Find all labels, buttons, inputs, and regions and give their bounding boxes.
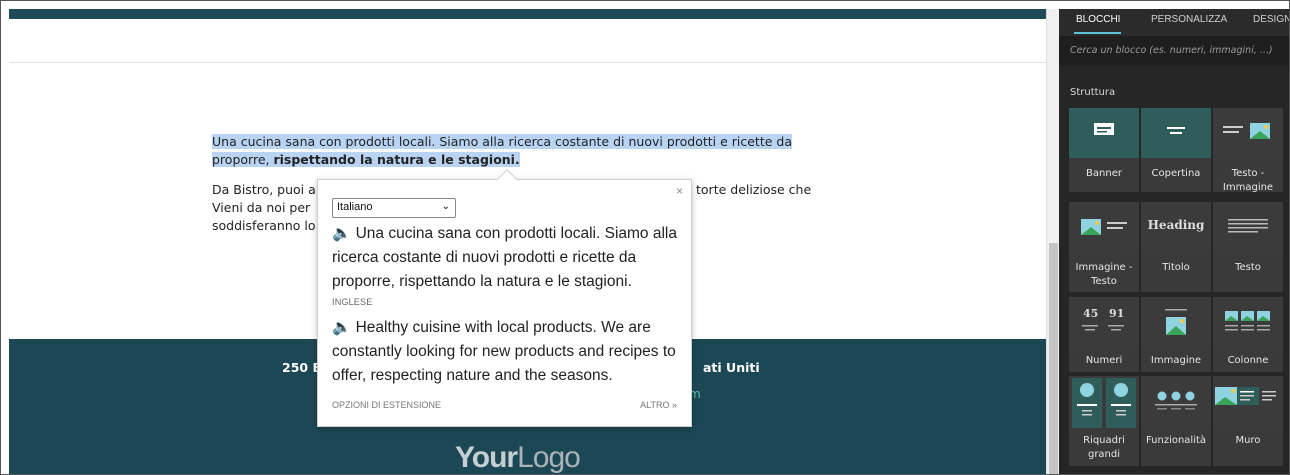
section-title: Struttura	[1070, 87, 1116, 98]
text-image-icon	[1213, 108, 1283, 158]
block-cover[interactable]: Copertina	[1141, 108, 1211, 192]
target-language-label: INGLESE	[332, 297, 373, 307]
numbers-icon: 45 91	[1069, 297, 1139, 347]
paragraph-2-line-1: Da Bistro, puoi a	[212, 182, 316, 197]
block-label: Riquadri grandi	[1083, 435, 1125, 460]
block-big-boxes[interactable]: Riquadri grandi	[1069, 376, 1139, 466]
block-label: Copertina	[1151, 168, 1201, 179]
block-label: Immagine - Testo	[1075, 262, 1133, 287]
tab-personalizza[interactable]: PERSONALIZZA	[1151, 14, 1227, 25]
panel-tabs: BLOCCHI PERSONALIZZA DESIGN	[1059, 9, 1289, 36]
cover-icon	[1141, 108, 1211, 158]
block-banner[interactable]: Banner	[1069, 108, 1139, 192]
block-label: Titolo	[1162, 262, 1190, 273]
translated-text[interactable]: 🔈 Healthy cuisine with local products. W…	[332, 316, 687, 388]
active-tab-indicator	[1074, 32, 1121, 34]
block-label: Immagine	[1150, 355, 1202, 366]
wall-icon	[1213, 376, 1283, 430]
chevron-down-icon: ⌄	[441, 201, 450, 212]
block-label: Testo - Immagine	[1222, 168, 1274, 193]
scrollbar-thumb[interactable]	[1049, 243, 1058, 474]
block-label: Banner	[1086, 168, 1122, 179]
translate-popup: × Italiano ⌄ 🔈 Una cucina sana con prodo…	[317, 169, 692, 427]
source-language-select[interactable]: Italiano ⌄	[332, 198, 456, 218]
tab-design[interactable]: DESIGN	[1253, 14, 1289, 25]
extension-options-link[interactable]: OPZIONI DI ESTENSIONE	[332, 400, 441, 410]
more-link[interactable]: ALTRO »	[640, 400, 677, 410]
columns-icon	[1213, 297, 1283, 347]
block-label: Testo	[1235, 262, 1261, 273]
editor-panel: BLOCCHI PERSONALIZZA DESIGN Cerca un blo…	[1059, 9, 1289, 474]
block-heading[interactable]: Heading Titolo	[1141, 202, 1211, 292]
paragraph-selected[interactable]: Una cucina sana con prodotti locali. Sia…	[212, 133, 852, 169]
block-label: Colonne	[1227, 355, 1269, 366]
source-text[interactable]: 🔈 Una cucina sana con prodotti locali. S…	[332, 222, 682, 294]
screen: Una cucina sana con prodotti locali. Sia…	[0, 0, 1290, 475]
image-icon	[1141, 297, 1211, 347]
header-bar	[9, 9, 1046, 19]
block-image[interactable]: Immagine	[1141, 297, 1211, 372]
features-icon	[1141, 376, 1211, 430]
block-label: Numeri	[1085, 355, 1123, 366]
block-numbers[interactable]: 45 91 Numeri	[1069, 297, 1139, 372]
header-divider	[9, 62, 1046, 63]
block-features[interactable]: Funzionalità	[1141, 376, 1211, 466]
tab-blocchi[interactable]: BLOCCHI	[1076, 14, 1120, 25]
close-icon[interactable]: ×	[676, 184, 683, 198]
selected-bold-text[interactable]: rispettando la natura e le stagioni.	[273, 152, 520, 167]
block-image-text[interactable]: Immagine - Testo	[1069, 202, 1139, 292]
block-label: Muro	[1235, 435, 1261, 446]
block-wall[interactable]: Muro	[1213, 376, 1283, 466]
paragraph-2-line-1-end: torte deliziose che	[696, 182, 812, 197]
block-text-image[interactable]: Testo - Immagine	[1213, 108, 1283, 193]
image-text-icon	[1069, 202, 1139, 252]
page-scrollbar[interactable]	[1046, 9, 1059, 474]
big-boxes-icon	[1069, 376, 1139, 430]
block-search-input[interactable]: Cerca un blocco (es. numeri, immagini, .…	[1059, 36, 1289, 66]
heading-icon: Heading	[1141, 202, 1211, 252]
block-columns[interactable]: Colonne	[1213, 297, 1283, 372]
block-label: Funzionalità	[1145, 435, 1207, 446]
footer-address-end: ati Uniti	[703, 360, 760, 375]
logo[interactable]: YourLogo	[455, 441, 581, 474]
footer-address-start: 250 E	[282, 360, 321, 375]
block-text[interactable]: Testo	[1213, 202, 1283, 292]
source-language-value: Italiano	[337, 201, 373, 213]
banner-icon	[1069, 108, 1139, 158]
text-icon	[1213, 202, 1283, 252]
